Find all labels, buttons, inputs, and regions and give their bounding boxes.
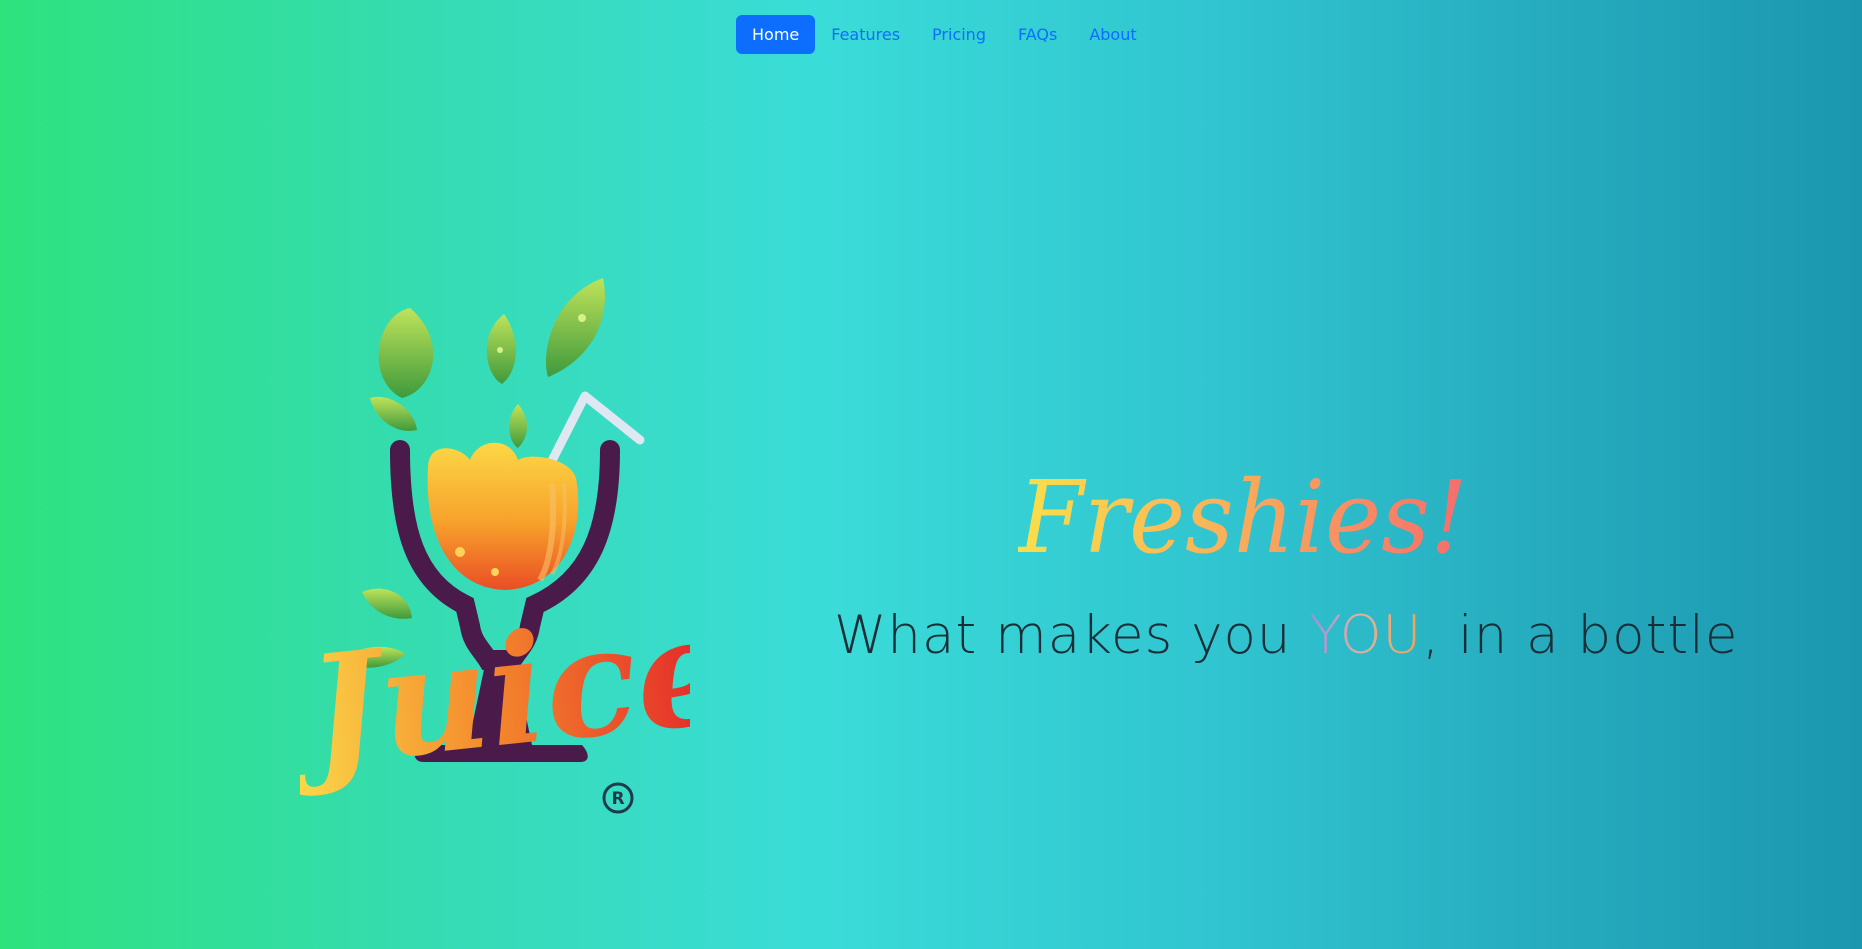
hero-tagline: What makes you YOU, in a bottle (834, 598, 1738, 674)
hero-title-text: Freshies! (1018, 459, 1468, 576)
nav-home-link[interactable]: Home (736, 15, 816, 54)
nav-faqs-link[interactable]: FAQs (1002, 15, 1073, 54)
logo-wordmark: Juice (300, 581, 690, 803)
juice-logo: Juice R (276, 270, 740, 850)
nav-pricing-link[interactable]: Pricing (916, 15, 1002, 54)
top-nav: Home Features Pricing FAQs About (736, 15, 1153, 54)
juice-logo-graphic: Juice R (276, 278, 740, 814)
tagline-suffix: , in a bottle (1422, 605, 1739, 666)
registered-mark-letter: R (611, 789, 624, 809)
tagline-highlight: YOU (1309, 605, 1423, 666)
nav-about-link[interactable]: About (1073, 15, 1152, 54)
nav-features-link[interactable]: Features (815, 15, 916, 54)
hero-title: Freshies! (1018, 459, 1468, 576)
tagline-prefix: What makes you (834, 605, 1310, 666)
